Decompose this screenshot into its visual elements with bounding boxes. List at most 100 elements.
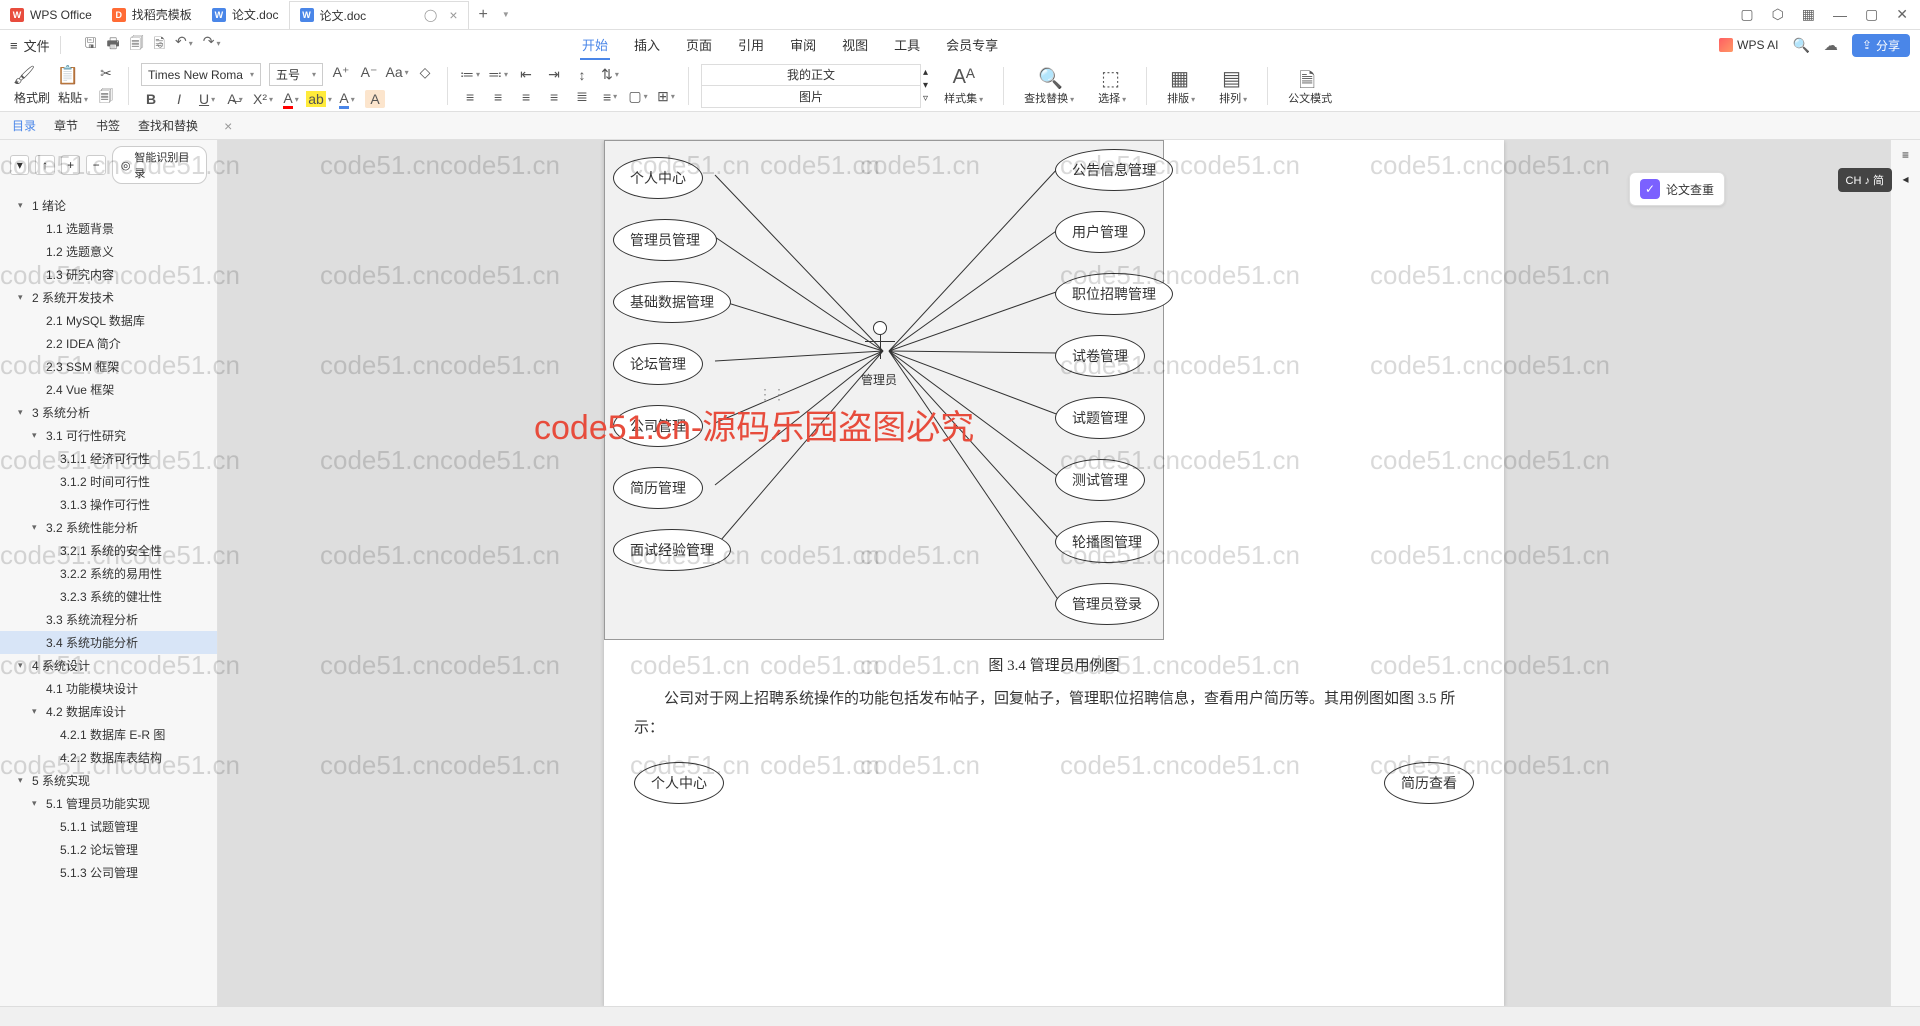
print-icon[interactable]: 🖶 [107, 33, 120, 57]
toc-item[interactable]: 4.1 功能模块设计 [0, 677, 217, 700]
toc-item[interactable]: 3.2.2 系统的易用性 [0, 562, 217, 585]
export-icon[interactable]: 🗟 [154, 33, 165, 57]
toc-item[interactable]: ▾3.1 可行性研究 [0, 424, 217, 447]
print-preview-icon[interactable]: 🗐 [130, 33, 144, 57]
text-effects-icon[interactable]: A [365, 90, 385, 108]
para-shading-icon[interactable]: ▢▾ [628, 88, 648, 106]
toc-item[interactable]: ▾5 系统实现 [0, 769, 217, 792]
text-direction-icon[interactable]: ↕ [572, 66, 592, 84]
font-color-icon[interactable]: A▾ [281, 90, 301, 108]
sort-button[interactable]: ▦ 排版▾ [1159, 66, 1203, 106]
increase-font-icon[interactable]: A⁺ [331, 63, 351, 81]
menu-tab-4[interactable]: 审阅 [788, 31, 818, 60]
shading-icon[interactable]: A▾ [337, 90, 357, 108]
align-center-icon[interactable]: ≡ [488, 88, 508, 106]
change-case-icon[interactable]: Aa▾ [387, 63, 407, 81]
copy-icon[interactable]: 🗐 [96, 89, 116, 107]
toc-item[interactable]: 4.2.2 数据库表结构 [0, 746, 217, 769]
add-tab-button[interactable]: + [469, 6, 498, 24]
italic-icon[interactable]: I [169, 90, 189, 108]
toc-item[interactable]: 2.2 IDEA 简介 [0, 332, 217, 355]
gallery-expand-icon[interactable]: ▿ [923, 93, 928, 104]
find-replace-button[interactable]: 🔍 查找替换▾ [1016, 66, 1082, 106]
close-tab-icon[interactable]: × [449, 7, 457, 23]
cut-icon[interactable]: ✂ [96, 65, 116, 83]
toc-item[interactable]: ▾4.2 数据库设计 [0, 700, 217, 723]
style-normal[interactable]: 我的正文 [702, 65, 920, 86]
menu-tab-1[interactable]: 插入 [632, 31, 662, 60]
nav-close-icon[interactable]: × [224, 118, 232, 134]
toc-item[interactable]: 1.3 研究内容 [0, 263, 217, 286]
decrease-font-icon[interactable]: A⁻ [359, 63, 379, 81]
template-tab[interactable]: D 找稻壳模板 [102, 1, 202, 29]
increase-indent-icon[interactable]: ⇥ [544, 66, 564, 84]
toc-item[interactable]: 3.4 系统功能分析 [0, 631, 217, 654]
redo-icon[interactable]: ↷▾ [203, 33, 221, 57]
app-tab[interactable]: W WPS Office [0, 1, 102, 29]
toc-item[interactable]: 3.2.1 系统的安全性 [0, 539, 217, 562]
distribute-icon[interactable]: ≣ [572, 88, 592, 106]
toc-item[interactable]: ▾2 系统开发技术 [0, 286, 217, 309]
scroll-up-icon[interactable]: ▴ [923, 67, 928, 78]
toc-item[interactable]: 5.1.1 试题管理 [0, 815, 217, 838]
borders-icon[interactable]: ⊞▾ [656, 88, 676, 106]
toc-item[interactable]: 2.1 MySQL 数据库 [0, 309, 217, 332]
toc-item[interactable]: ▾3.2 系统性能分析 [0, 516, 217, 539]
toc-item[interactable]: 3.1.2 时间可行性 [0, 470, 217, 493]
highlight-icon[interactable]: ab▾ [309, 90, 329, 108]
collapse-icon[interactable]: ≡ [1902, 148, 1909, 162]
toc-item[interactable]: ▾4 系统设计 [0, 654, 217, 677]
doc-tab-active[interactable]: W 论文.doc ◯ × [289, 1, 469, 29]
toc-item[interactable]: ▾1 绪论 [0, 194, 217, 217]
demote-button[interactable]: + [61, 155, 80, 175]
format-brush-icon[interactable]: 🖌 [14, 65, 34, 85]
toc-item[interactable]: 2.3 SSM 框架 [0, 355, 217, 378]
cloud-icon[interactable]: ☁ [1824, 37, 1838, 54]
doc-tab-1[interactable]: W 论文.doc [202, 1, 289, 29]
close-window-icon[interactable]: ✕ [1896, 6, 1908, 23]
nav-tab-bookmark[interactable]: 书签 [96, 117, 120, 134]
sort-icon[interactable]: ⇅▾ [600, 66, 620, 84]
save-indicator-icon[interactable]: ◯ [424, 8, 437, 22]
select-button[interactable]: ⬚ 选择▾ [1090, 66, 1134, 106]
underline-icon[interactable]: U▾ [197, 90, 217, 108]
clear-format-icon[interactable]: ◇ [415, 63, 435, 81]
file-menu[interactable]: ≡ 文件 [10, 36, 50, 55]
style-gallery[interactable]: 我的正文 图片 [701, 64, 921, 108]
menu-tab-5[interactable]: 视图 [840, 31, 870, 60]
smart-toc-button[interactable]: ◎ 智能识别目录 [112, 146, 207, 184]
minimize-icon[interactable]: — [1833, 7, 1847, 23]
plagiarism-check-button[interactable]: ✓ 论文查重 [1629, 172, 1725, 206]
promote-button[interactable]: ↑ [35, 155, 54, 175]
nav-tab-toc[interactable]: 目录 [12, 117, 36, 134]
share-button[interactable]: ⇪ 分享 [1852, 34, 1910, 57]
toc-item[interactable]: 3.2.3 系统的健壮性 [0, 585, 217, 608]
font-size-select[interactable]: 五号▾ [269, 63, 323, 86]
ime-indicator[interactable]: CH ♪ 简 [1838, 168, 1893, 192]
toc-item[interactable]: 5.1.2 论坛管理 [0, 838, 217, 861]
menu-tab-0[interactable]: 开始 [580, 31, 610, 60]
unordered-list-icon[interactable]: ≔▾ [460, 66, 480, 84]
toc-item[interactable]: 4.2.1 数据库 E-R 图 [0, 723, 217, 746]
arrow-icon[interactable]: ◂ [1902, 172, 1908, 186]
menu-tab-7[interactable]: 会员专享 [944, 31, 1000, 60]
line-spacing-icon[interactable]: ≡▾ [600, 88, 620, 106]
strikethrough-icon[interactable]: A̶▾ [225, 90, 245, 108]
maximize-icon[interactable]: ▢ [1865, 6, 1878, 23]
document-area[interactable]: ⋮⋮ 个人中心管理员管理基础数据管理论坛管理公司管理简历管理面试经验管理公告信息… [218, 140, 1890, 1006]
nav-tab-chapter[interactable]: 章节 [54, 117, 78, 134]
screenshot-icon[interactable]: ▦ [1802, 6, 1815, 23]
font-name-select[interactable]: Times New Roma▾ [141, 63, 261, 86]
toc-item[interactable]: 5.1.3 公司管理 [0, 861, 217, 884]
refresh-icon[interactable]: ▼ [502, 10, 510, 19]
toc-item[interactable]: ▾3 系统分析 [0, 401, 217, 424]
toc-item[interactable]: ▾5.1 管理员功能实现 [0, 792, 217, 815]
remove-button[interactable]: − [86, 155, 105, 175]
scroll-down-icon[interactable]: ▾ [923, 80, 928, 91]
align-left-icon[interactable]: ≡ [460, 88, 480, 106]
level-dropdown[interactable]: ▾ [10, 155, 29, 175]
toc-item[interactable]: 1.2 选题意义 [0, 240, 217, 263]
arrange-button[interactable]: ▤ 排列▾ [1211, 66, 1255, 106]
superscript-icon[interactable]: X²▾ [253, 90, 273, 108]
wps-ai-button[interactable]: WPS AI [1719, 38, 1778, 52]
